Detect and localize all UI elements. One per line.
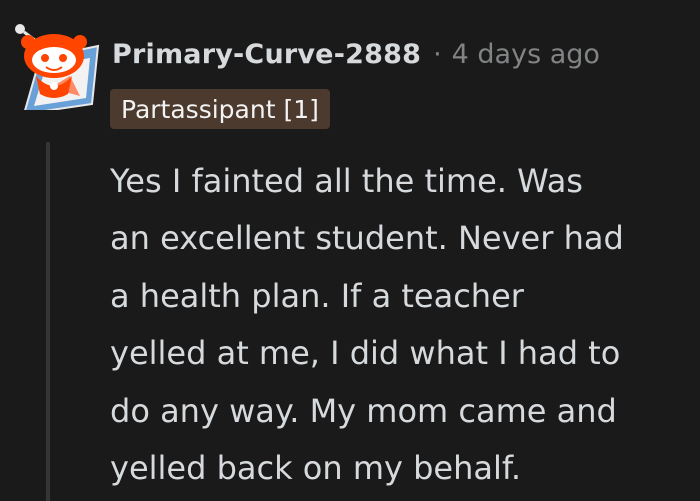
comment-header: Primary-Curve-2888 · 4 days ago	[112, 30, 600, 78]
username-link[interactable]: Primary-Curve-2888	[112, 39, 421, 70]
comment-body: Yes I fainted all the time. Was an excel…	[110, 162, 624, 488]
thread-collapse-line[interactable]	[46, 142, 50, 501]
comment: Primary-Curve-2888 · 4 days ago Partassi…	[0, 0, 700, 501]
avatar[interactable]	[10, 18, 102, 110]
snoo-avatar-icon	[15, 24, 100, 110]
user-flair: Partassipant [1]	[110, 89, 330, 129]
timestamp-link[interactable]: 4 days ago	[452, 39, 600, 70]
meta-separator: ·	[433, 38, 442, 70]
